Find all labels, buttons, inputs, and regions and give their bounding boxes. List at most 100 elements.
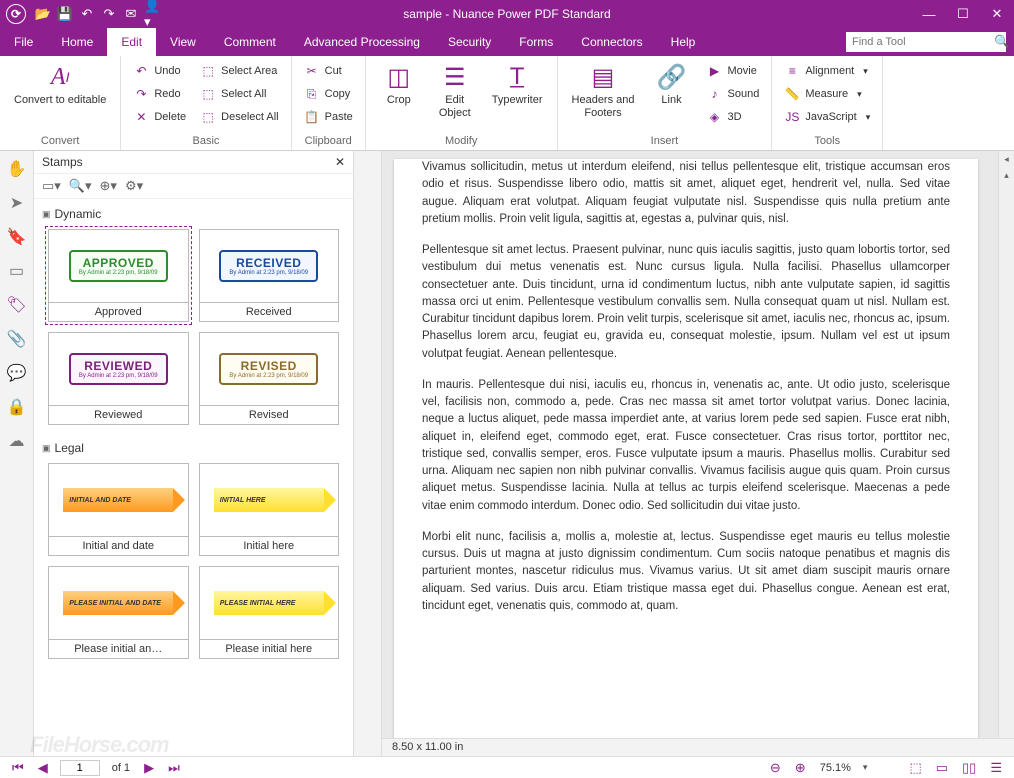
- link-button[interactable]: 🔗Link: [647, 60, 697, 109]
- pointer-icon[interactable]: ➤: [5, 191, 29, 215]
- group-convert: Convert: [8, 133, 112, 150]
- fit-width-button[interactable]: ⬚: [907, 760, 923, 776]
- crop-button[interactable]: ◫Crop: [374, 60, 424, 109]
- stamp-revised[interactable]: REVISEDBy Admin at 2:23 pm, 9/18/09Revis…: [199, 332, 340, 425]
- document-viewport[interactable]: Vivamus sollicitudin, metus ut interdum …: [382, 151, 998, 756]
- ribbon: AI Convert to editable Convert ↶Undo ↷Re…: [0, 56, 1014, 151]
- cut-button[interactable]: ✂Cut: [300, 60, 357, 82]
- attachment-icon[interactable]: 📎: [5, 327, 29, 351]
- first-page-button[interactable]: ⏮: [10, 760, 26, 776]
- headers-footers-button[interactable]: ▤Headers and Footers: [566, 60, 641, 122]
- typewriter-button[interactable]: T̲Typewriter: [486, 60, 549, 109]
- continuous-button[interactable]: ☰: [988, 760, 1004, 776]
- javascript-button[interactable]: JSJavaScript▾: [780, 106, 874, 128]
- stamps-icon[interactable]: 🏷: [5, 293, 29, 317]
- bookmark-icon[interactable]: 🔖: [5, 225, 29, 249]
- stamp-reviewed[interactable]: REVIEWEDBy Admin at 2:23 pm, 9/18/09Revi…: [48, 332, 189, 425]
- menu-edit[interactable]: Edit: [107, 28, 156, 56]
- maximize-button[interactable]: ☐: [946, 0, 980, 28]
- menubar: File Home Edit View Comment Advanced Pro…: [0, 28, 1014, 56]
- fit-page-button[interactable]: ▭: [934, 760, 950, 776]
- delete-button[interactable]: ✕Delete: [129, 106, 190, 128]
- left-rail: ✋ ➤ 🔖 ▭ 🏷 📎 💬 🔒 ☁: [0, 151, 34, 756]
- group-basic: Basic: [129, 133, 282, 150]
- stamp-initial-here[interactable]: INITIAL HEREInitial here: [199, 463, 340, 556]
- panel-options-icon[interactable]: ▭▾: [42, 178, 61, 194]
- doc-paragraph: Morbi elit nunc, facilisis a, mollis a, …: [422, 529, 950, 615]
- menu-connectors[interactable]: Connectors: [567, 28, 656, 56]
- cloud-icon[interactable]: ☁: [5, 429, 29, 453]
- zoom-out-button[interactable]: ⊖: [768, 760, 783, 776]
- panel-search-icon[interactable]: 🔍▾: [69, 178, 92, 194]
- stamp-approved[interactable]: APPROVEDBy Admin at 2:23 pm, 9/18/09Appr…: [48, 229, 189, 322]
- two-page-button[interactable]: ▯▯: [960, 760, 978, 776]
- open-icon[interactable]: 📂: [34, 5, 52, 23]
- panel-title: Stamps: [42, 155, 83, 169]
- page-of: of 1: [110, 762, 132, 774]
- group-modify: Modify: [374, 133, 549, 150]
- page-input[interactable]: [60, 760, 100, 776]
- alignment-button[interactable]: ≡Alignment▾: [780, 60, 874, 82]
- panel-add-icon[interactable]: ⊕▾: [100, 178, 117, 194]
- close-button[interactable]: ✕: [980, 0, 1014, 28]
- select-area-button[interactable]: ⬚Select Area: [196, 60, 282, 82]
- menu-view[interactable]: View: [156, 28, 210, 56]
- last-page-button[interactable]: ⏭: [166, 760, 182, 776]
- doc-paragraph: Pellentesque sit amet lectus. Praesent p…: [422, 242, 950, 363]
- security-icon[interactable]: 🔒: [5, 395, 29, 419]
- category-dynamic[interactable]: Dynamic: [42, 203, 345, 225]
- panel-close-icon[interactable]: ✕: [335, 155, 345, 169]
- mail-icon[interactable]: ✉: [122, 5, 140, 23]
- panel-settings-icon[interactable]: ⚙▾: [125, 178, 143, 194]
- stamp-received[interactable]: RECEIVEDBy Admin at 2:23 pm, 9/18/09Rece…: [199, 229, 340, 322]
- redo-button[interactable]: ↷Redo: [129, 83, 190, 105]
- prev-page-button[interactable]: ◀: [36, 760, 50, 776]
- next-page-button[interactable]: ▶: [142, 760, 156, 776]
- copy-button[interactable]: ⎘Copy: [300, 83, 357, 105]
- paste-button[interactable]: 📋Paste: [300, 106, 357, 128]
- deselect-all-button[interactable]: ⬚Deselect All: [196, 106, 282, 128]
- menu-security[interactable]: Security: [434, 28, 505, 56]
- menu-comment[interactable]: Comment: [210, 28, 290, 56]
- stamp-please-initial-an-[interactable]: PLEASE INITIAL AND DATEPlease initial an…: [48, 566, 189, 659]
- find-tool[interactable]: 🔍: [846, 32, 1006, 52]
- measure-button[interactable]: 📏Measure▾: [780, 83, 874, 105]
- doc-paragraph: In mauris. Pellentesque dui nisi, iaculi…: [422, 377, 950, 515]
- save-icon[interactable]: 💾: [56, 5, 74, 23]
- vertical-scrollbar[interactable]: ◂ ▴ ▾: [998, 151, 1014, 756]
- find-tool-input[interactable]: [852, 36, 994, 48]
- menu-help[interactable]: Help: [657, 28, 710, 56]
- doc-paragraph: Vivamus sollicitudin, metus ut interdum …: [422, 159, 950, 228]
- sound-button[interactable]: ♪Sound: [703, 83, 764, 105]
- minimize-button[interactable]: —: [912, 0, 946, 28]
- category-legal[interactable]: Legal: [42, 437, 345, 459]
- menu-forms[interactable]: Forms: [505, 28, 567, 56]
- titlebar: ⟳ 📂 💾 ↶ ↷ ✉ 👤▾ sample - Nuance Power PDF…: [0, 0, 1014, 28]
- menu-adv-processing[interactable]: Advanced Processing: [290, 28, 434, 56]
- undo-button[interactable]: ↶Undo: [129, 60, 190, 82]
- doc-ruler: [354, 151, 382, 756]
- redo-icon[interactable]: ↷: [100, 5, 118, 23]
- comments-icon[interactable]: 💬: [5, 361, 29, 385]
- stamp-please-initial-here[interactable]: PLEASE INITIAL HEREPlease initial here: [199, 566, 340, 659]
- group-clipboard: Clipboard: [300, 133, 357, 150]
- convert-button[interactable]: AI Convert to editable: [8, 60, 112, 109]
- undo-icon[interactable]: ↶: [78, 5, 96, 23]
- pages-icon[interactable]: ▭: [5, 259, 29, 283]
- menu-home[interactable]: Home: [47, 28, 107, 56]
- document-page: Vivamus sollicitudin, metus ut interdum …: [394, 159, 978, 756]
- stamp-initial-and-date[interactable]: INITIAL AND DATEInitial and date: [48, 463, 189, 556]
- zoom-in-button[interactable]: ⊕: [793, 760, 808, 776]
- user-icon[interactable]: 👤▾: [144, 5, 162, 23]
- search-icon[interactable]: 🔍: [994, 34, 1010, 50]
- menu-file[interactable]: File: [0, 28, 47, 56]
- scroll-up-icon[interactable]: ◂: [999, 151, 1014, 167]
- edit-object-button[interactable]: ☰Edit Object: [430, 60, 480, 122]
- page-dimensions: 8.50 x 11.00 in: [382, 738, 1014, 756]
- movie-button[interactable]: ▶Movie: [703, 60, 764, 82]
- hand-tool-icon[interactable]: ✋: [5, 157, 29, 181]
- select-all-button[interactable]: ⬚Select All: [196, 83, 282, 105]
- zoom-level: 75.1%: [818, 762, 853, 774]
- 3d-button[interactable]: ◈3D: [703, 106, 764, 128]
- scroll-up-icon[interactable]: ▴: [999, 167, 1014, 183]
